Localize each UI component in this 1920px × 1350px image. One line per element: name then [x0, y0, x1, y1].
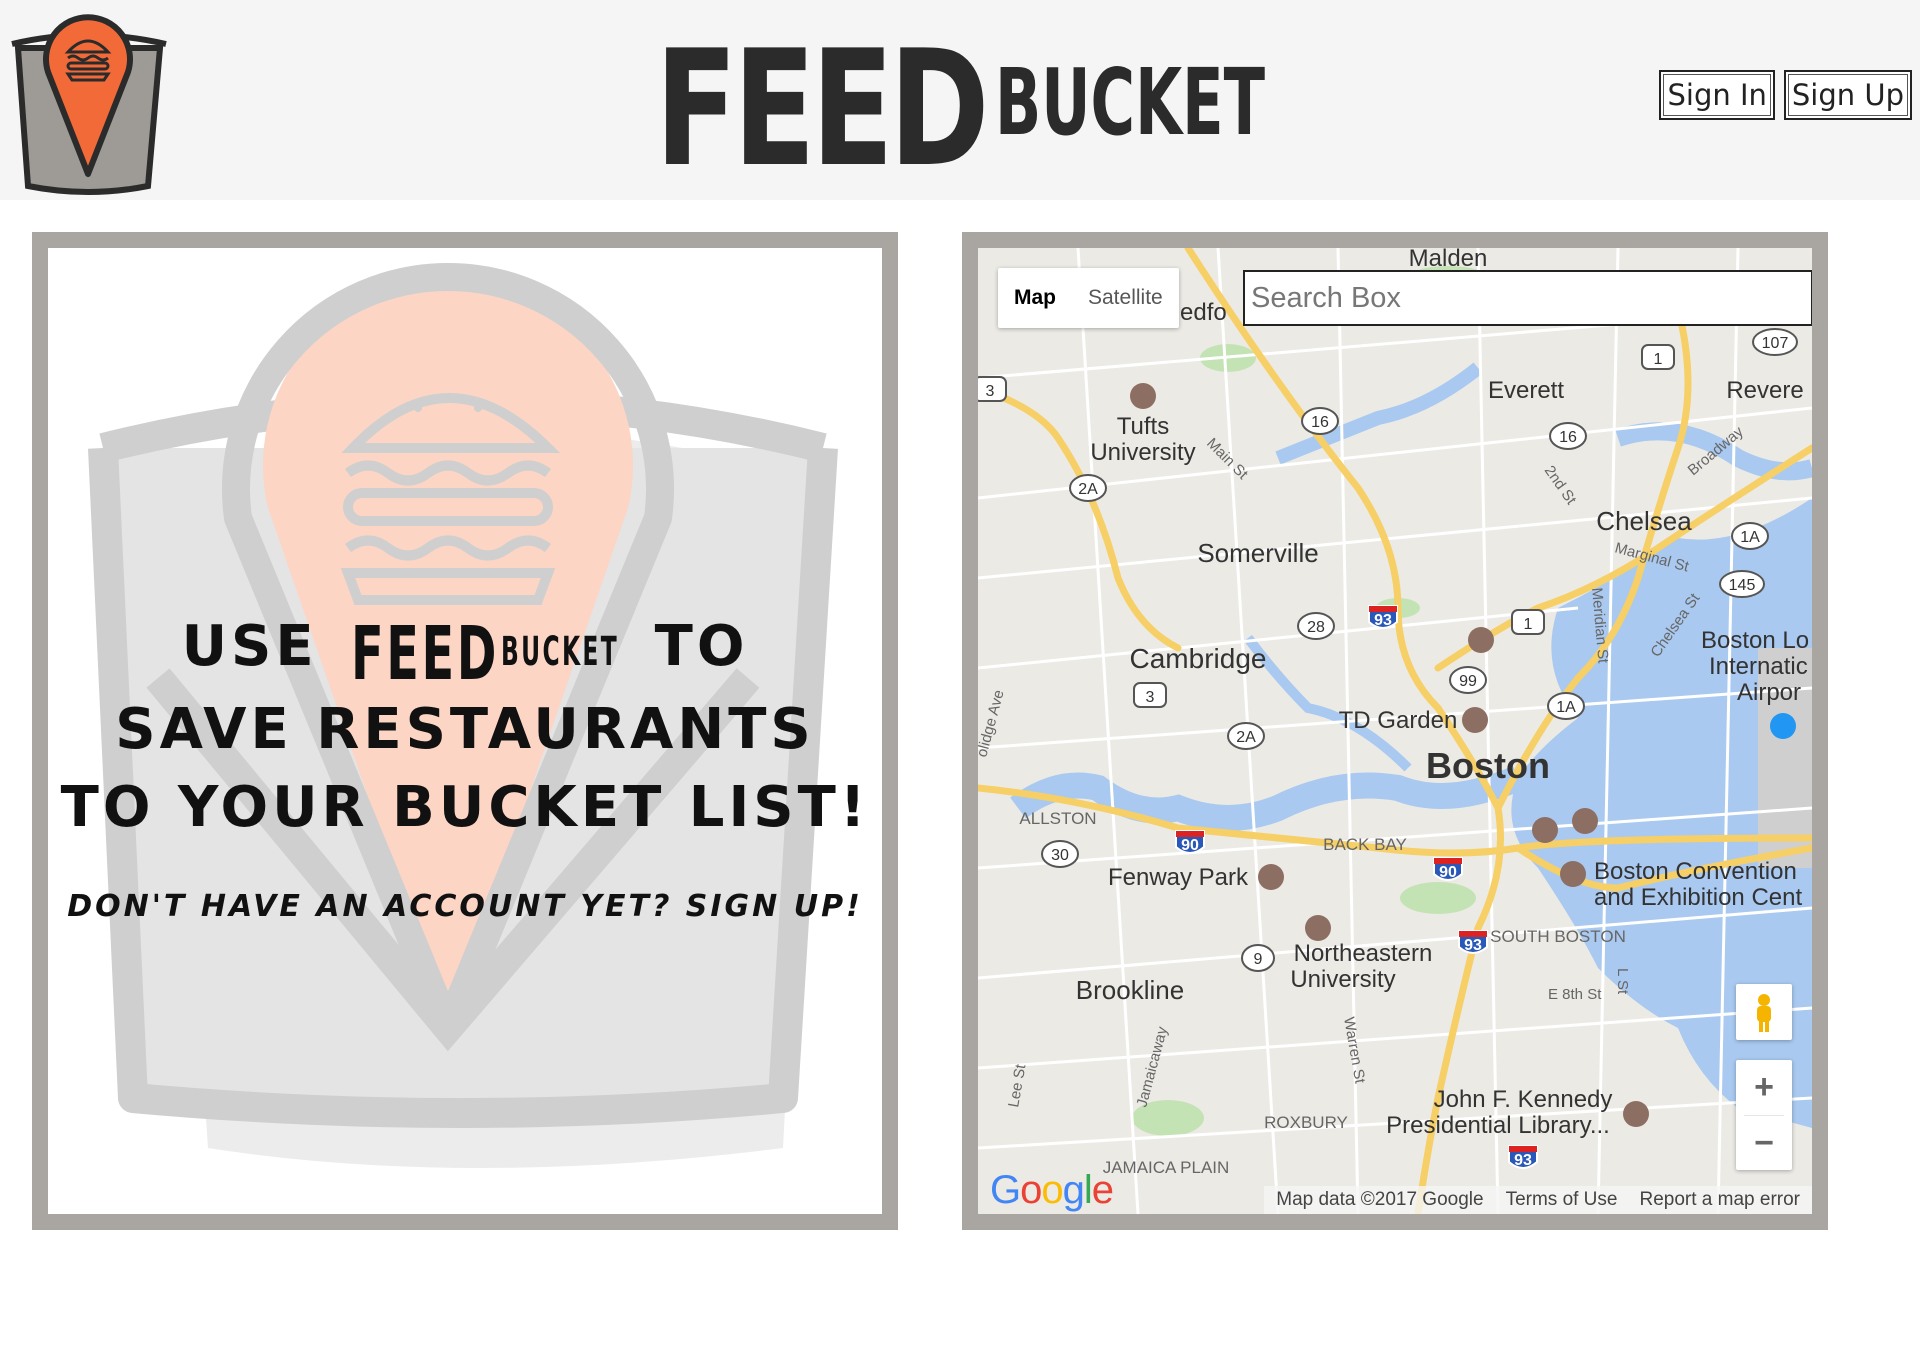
svg-text:Presidential Library...: Presidential Library...: [1386, 1112, 1610, 1139]
zoom-out-button[interactable]: −: [1736, 1116, 1792, 1171]
svg-text:and Exhibition Cent: and Exhibition Cent: [1594, 884, 1802, 911]
svg-text:L St: L St: [1614, 968, 1631, 995]
svg-text:16: 16: [1311, 414, 1329, 431]
svg-text:1A: 1A: [1556, 699, 1576, 716]
inline-wordmark-feed: FEED: [351, 611, 499, 691]
svg-text:University: University: [1090, 439, 1195, 466]
svg-text:Revere: Revere: [1726, 377, 1803, 404]
svg-text:16: 16: [1559, 429, 1577, 446]
svg-text:9: 9: [1254, 951, 1263, 968]
promo-line-2: Save Restaurants: [115, 696, 815, 762]
signup-prompt-link[interactable]: Don't have an account yet? Sign up!: [48, 889, 882, 924]
feedbucket-wordmark: FEED BUCKET: [655, 15, 1265, 194]
svg-text:28: 28: [1307, 619, 1325, 636]
site-header: FEED BUCKET Sign In Sign Up: [0, 0, 1920, 200]
auth-buttons: Sign In Sign Up: [1659, 70, 1912, 120]
svg-text:107: 107: [1762, 335, 1789, 352]
pegman-icon: [1757, 994, 1771, 1032]
svg-text:BACK BAY: BACK BAY: [1323, 835, 1407, 854]
svg-text:145: 145: [1729, 577, 1756, 594]
svg-text:1A: 1A: [1740, 529, 1760, 546]
svg-text:Fenway Park: Fenway Park: [1108, 864, 1249, 891]
svg-text:SOUTH BOSTON: SOUTH BOSTON: [1490, 927, 1626, 946]
map-search-input[interactable]: [1243, 270, 1812, 326]
svg-text:3: 3: [986, 383, 995, 400]
svg-text:90: 90: [1181, 837, 1199, 854]
street-view-pegman-icon[interactable]: [1736, 984, 1792, 1040]
map-data-credit: Map data ©2017 Google: [1276, 1189, 1484, 1210]
map-container[interactable]: 93 93 93 90 90 1 1 16 16 2A 2A 28 99 1A …: [978, 248, 1812, 1214]
promo-panel-inner: Use FEED BUCKET to Save Restaurants to y…: [48, 248, 882, 1214]
svg-text:2A: 2A: [1078, 481, 1098, 498]
inline-feedbucket-wordmark: FEED BUCKET: [351, 611, 619, 691]
svg-text:30: 30: [1051, 847, 1069, 864]
svg-text:2A: 2A: [1236, 729, 1256, 746]
svg-text:1: 1: [1654, 351, 1663, 368]
svg-text:Boston Convention: Boston Convention: [1594, 858, 1797, 885]
svg-text:University: University: [1290, 966, 1395, 993]
inline-wordmark-bucket: BUCKET: [501, 629, 619, 675]
promo-panel: Use FEED BUCKET to Save Restaurants to y…: [32, 232, 898, 1230]
promo-line-3: to your Bucket List!: [60, 774, 870, 840]
svg-text:90: 90: [1439, 864, 1457, 881]
svg-text:3: 3: [1146, 689, 1155, 706]
svg-text:Cambridge: Cambridge: [1130, 643, 1267, 674]
map-attribution-bar: Map data ©2017 Google Terms of Use Repor…: [1264, 1186, 1812, 1214]
svg-text:E 8th St: E 8th St: [1548, 986, 1602, 1003]
svg-text:93: 93: [1374, 612, 1392, 629]
zoom-in-button[interactable]: +: [1736, 1060, 1792, 1115]
report-map-error-link[interactable]: Report a map error: [1639, 1189, 1800, 1211]
wordmark-feed: FEED: [655, 15, 985, 194]
svg-text:Internatic: Internatic: [1709, 653, 1808, 680]
promo-line-1-prefix: Use: [181, 614, 318, 679]
feedbucket-logo[interactable]: [8, 8, 168, 198]
svg-text:Everett: Everett: [1488, 377, 1564, 404]
svg-text:TD Garden: TD Garden: [1339, 707, 1458, 734]
svg-text:1: 1: [1524, 616, 1533, 633]
promo-text: Use FEED BUCKET to Save Restaurants to y…: [48, 608, 882, 924]
svg-text:ALLSTON: ALLSTON: [1019, 809, 1096, 828]
svg-text:Northeastern: Northeastern: [1294, 940, 1433, 967]
svg-text:Boston Lo: Boston Lo: [1701, 627, 1809, 654]
svg-text:Boston: Boston: [1426, 745, 1550, 786]
svg-text:Chelsea: Chelsea: [1596, 506, 1692, 536]
google-logo[interactable]: Google: [990, 1168, 1114, 1213]
svg-text:99: 99: [1459, 673, 1477, 690]
map-type-satellite-button[interactable]: Satellite: [1072, 268, 1179, 328]
svg-text:edfo: edfo: [1180, 299, 1227, 326]
terms-of-use-link[interactable]: Terms of Use: [1506, 1189, 1618, 1211]
map-panel: 93 93 93 90 90 1 1 16 16 2A 2A 28 99 1A …: [962, 232, 1828, 1230]
svg-text:Malden: Malden: [1409, 248, 1488, 272]
svg-text:Brookline: Brookline: [1076, 975, 1184, 1005]
svg-text:JAMAICA PLAIN: JAMAICA PLAIN: [1103, 1158, 1230, 1177]
wordmark-bucket: BUCKET: [995, 49, 1265, 156]
promo-line-1: Use FEED BUCKET to: [48, 608, 882, 691]
map-type-control: Map Satellite: [998, 268, 1179, 328]
sign-up-button[interactable]: Sign Up: [1783, 70, 1912, 120]
svg-text:93: 93: [1464, 937, 1482, 954]
svg-text:Airpor: Airpor: [1737, 679, 1801, 706]
svg-text:93: 93: [1514, 1152, 1532, 1169]
sign-in-button[interactable]: Sign In: [1659, 70, 1775, 120]
map-canvas[interactable]: 93 93 93 90 90 1 1 16 16 2A 2A 28 99 1A …: [978, 248, 1812, 1214]
svg-text:Somerville: Somerville: [1197, 538, 1318, 568]
zoom-control: + −: [1736, 1060, 1792, 1170]
map-type-map-button[interactable]: Map: [998, 268, 1072, 328]
promo-line-1-suffix: to: [654, 614, 749, 679]
svg-text:John F. Kennedy: John F. Kennedy: [1434, 1086, 1613, 1113]
svg-text:ROXBURY: ROXBURY: [1264, 1113, 1348, 1132]
svg-text:Tufts: Tufts: [1117, 413, 1169, 440]
